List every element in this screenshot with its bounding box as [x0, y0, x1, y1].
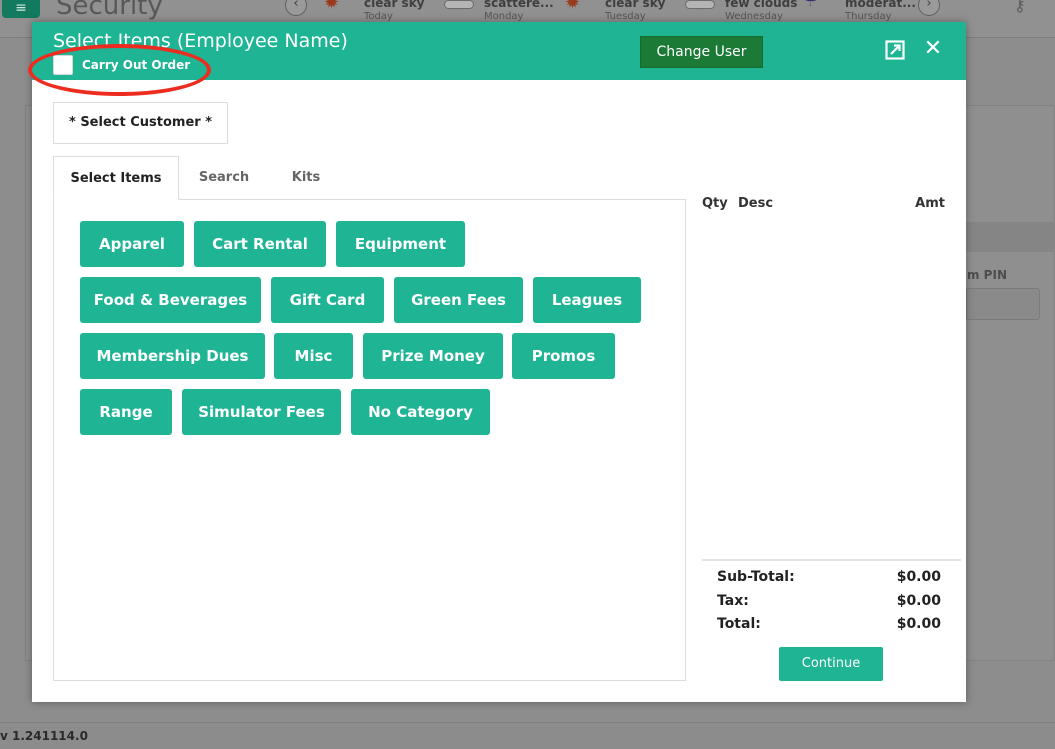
- category-button-apparel[interactable]: Apparel: [80, 221, 184, 267]
- annotation-oval: [28, 44, 211, 96]
- weather-desc: few clouds: [725, 0, 798, 10]
- pin-label: m PIN: [967, 268, 1007, 282]
- category-button-membership-dues[interactable]: Membership Dues: [80, 333, 265, 379]
- category-button-leagues[interactable]: Leagues: [533, 277, 641, 323]
- sun-icon: ✹: [565, 0, 581, 13]
- weather-desc: scattere...: [484, 0, 554, 10]
- total-label: Total:: [717, 616, 761, 632]
- close-icon[interactable]: ✕: [922, 36, 944, 62]
- category-button-simulator-fees[interactable]: Simulator Fees: [182, 389, 341, 435]
- subtotal-value: $0.00: [896, 569, 941, 585]
- weather-day: Thursday: [845, 11, 892, 22]
- chevron-right-icon[interactable]: ›: [918, 0, 940, 16]
- tab-kits[interactable]: Kits: [269, 156, 343, 200]
- expand-icon[interactable]: [885, 40, 905, 60]
- cart-col-qty: Qty: [702, 196, 728, 211]
- category-panel: Apparel Cart Rental Equipment Food & Bev…: [53, 199, 686, 681]
- category-button-range[interactable]: Range: [80, 389, 172, 435]
- cart-panel: Qty Desc Amt Sub-Total: $0.00 Tax: $0.00…: [702, 192, 961, 692]
- category-button-misc[interactable]: Misc: [274, 333, 353, 379]
- category-button-green-fees[interactable]: Green Fees: [394, 277, 523, 323]
- tab-bar: Select Items Search Kits: [53, 156, 686, 200]
- select-items-modal: Select Items (Employee Name) Carry Out O…: [28, 22, 966, 702]
- category-button-equipment[interactable]: Equipment: [336, 221, 465, 267]
- category-button-cart-rental[interactable]: Cart Rental: [194, 221, 326, 267]
- chevron-left-icon[interactable]: ‹: [285, 0, 307, 16]
- sun-icon: ✹: [324, 0, 340, 13]
- category-button-no-category[interactable]: No Category: [351, 389, 490, 435]
- category-button-promos[interactable]: Promos: [512, 333, 615, 379]
- tax-value: $0.00: [896, 593, 941, 609]
- weather-desc: clear sky: [605, 0, 666, 10]
- cart-divider: [702, 559, 961, 561]
- cart-col-amt: Amt: [915, 196, 945, 211]
- cart-col-desc: Desc: [738, 196, 774, 211]
- pin-input[interactable]: [966, 288, 1040, 320]
- hamburger-icon[interactable]: ≡: [2, 0, 40, 18]
- key-icon[interactable]: ⚷: [1014, 0, 1026, 15]
- tax-label: Tax:: [717, 593, 749, 609]
- category-button-gift-card[interactable]: Gift Card: [271, 277, 384, 323]
- tab-select-items[interactable]: Select Items: [53, 156, 179, 200]
- total-value: $0.00: [896, 616, 941, 632]
- continue-button[interactable]: Continue: [779, 647, 883, 681]
- cloud-icon: [444, 0, 474, 9]
- weather-day: Tuesday: [605, 11, 646, 22]
- weather-day: Today: [364, 11, 393, 22]
- version-label: v 1.241114.0: [0, 729, 88, 743]
- category-button-food-beverages[interactable]: Food & Beverages: [80, 277, 261, 323]
- change-user-button[interactable]: Change User: [640, 36, 763, 68]
- footer: [0, 722, 1055, 749]
- weather-day: Wednesday: [725, 11, 783, 22]
- weather-desc: moderat...: [845, 0, 916, 10]
- background-stripe: [966, 222, 1055, 252]
- rain-icon: ☂: [805, 0, 817, 10]
- page-title: Security: [56, 0, 163, 21]
- category-button-prize-money[interactable]: Prize Money: [363, 333, 503, 379]
- subtotal-label: Sub-Total:: [717, 569, 795, 585]
- tab-search[interactable]: Search: [183, 156, 265, 200]
- select-customer-button[interactable]: * Select Customer *: [53, 102, 228, 144]
- weather-day: Monday: [484, 11, 524, 22]
- weather-desc: clear sky: [364, 0, 425, 10]
- cloud-icon: [685, 0, 715, 9]
